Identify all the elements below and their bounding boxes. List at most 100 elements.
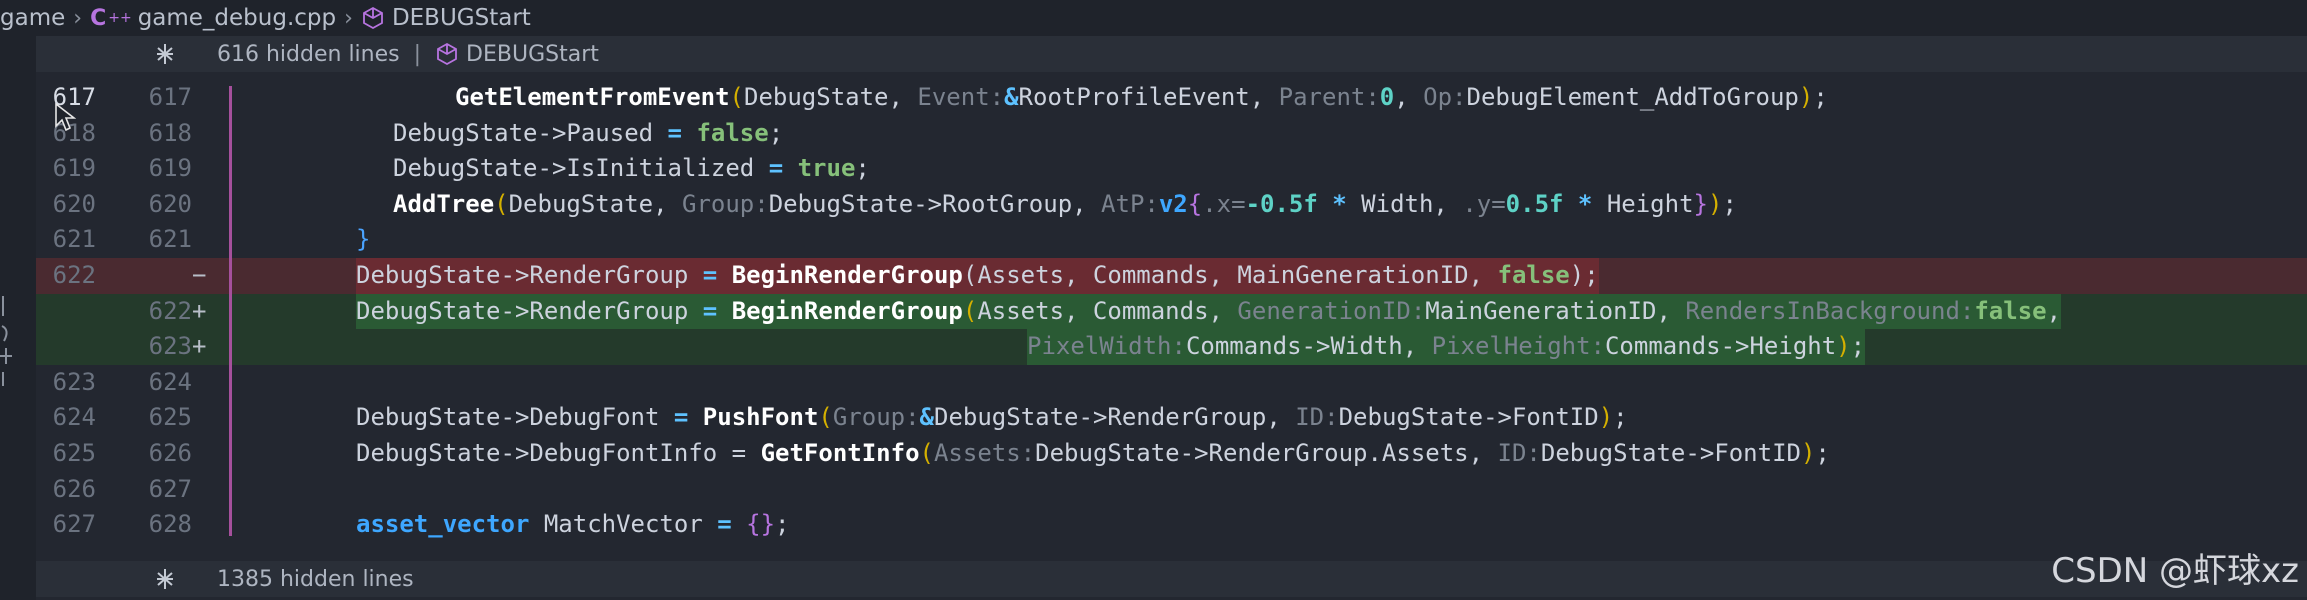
code-token: BeginRenderGroup	[731, 296, 963, 325]
code-token: DebugState->FontID	[1540, 439, 1801, 467]
cpp-file-icon: C	[90, 5, 107, 31]
old-line-number: 621	[52, 225, 96, 254]
code-token: false	[1974, 296, 2047, 325]
new-line-number: 626	[148, 439, 192, 467]
code-token: (	[729, 83, 744, 111]
code-line[interactable]: 618 618 DebugState->Paused = false;	[36, 116, 2307, 152]
code-token: =	[717, 510, 732, 539]
fold-hidden-lines-bottom[interactable]: 1385 hidden lines	[36, 561, 2307, 597]
code-token: Height	[1592, 189, 1694, 218]
code-token: RendersInBackground:	[1685, 296, 1975, 325]
code-token: ;	[768, 118, 784, 147]
code-text: DebugState->RenderGroup = BeginRenderGro…	[356, 293, 2062, 330]
code-token: &	[1004, 83, 1019, 111]
code-text: GetElementFromEvent(DebugState, Event:&R…	[455, 80, 1828, 116]
code-text: AddTree(DebugState, Group:DebugState->Ro…	[393, 187, 1737, 223]
code-token: ID:	[1295, 403, 1339, 432]
code-token: 0	[1379, 83, 1395, 111]
code-token: ;	[1813, 83, 1828, 111]
code-line[interactable]: 620 620 AddTree(DebugState, Group:DebugSta…	[36, 187, 2307, 223]
new-line-number: 625	[148, 403, 192, 432]
old-line-number: 622	[52, 261, 96, 289]
code-token: =	[702, 261, 718, 289]
code-line[interactable]: 622 + DebugState->RenderGroup = BeginRende…	[36, 293, 2307, 330]
code-token: ;	[1815, 439, 1830, 467]
code-token: {	[1187, 189, 1203, 218]
code-token: Commands->Width,	[1185, 332, 1432, 361]
code-token: DebugState->FontID	[1338, 403, 1599, 432]
new-line-number: 623	[148, 332, 192, 361]
fold-hidden-lines-top[interactable]: 616 hidden lines | DEBUGStart	[36, 36, 2307, 72]
old-line-number: 624	[52, 403, 96, 432]
code-token: .x=	[1202, 189, 1246, 218]
code-token: ;	[1850, 332, 1866, 361]
cube-icon	[437, 42, 457, 66]
code-token: (	[818, 403, 833, 432]
code-token: DebugState->RenderGroup	[356, 296, 703, 325]
code-token: PushFont	[702, 403, 819, 432]
unfold-icon[interactable]	[147, 42, 183, 66]
code-text: DebugState->Paused = false;	[393, 116, 783, 152]
code-token: DebugState->RenderGroup,	[934, 403, 1296, 432]
breadcrumb-item-symbol[interactable]: DEBUGStart	[361, 5, 531, 31]
new-line-number: 617	[148, 83, 192, 111]
scope-guide-line	[229, 86, 232, 536]
old-line-number: 623	[52, 367, 96, 396]
code-token: AtP:	[1101, 189, 1159, 218]
unfold-icon[interactable]	[147, 567, 183, 591]
code-token: GetElementFromEvent	[455, 83, 730, 111]
code-line[interactable]: 617 617 GetElementFromEvent(DebugState, Ev…	[36, 80, 2307, 116]
code-token: *	[1577, 189, 1593, 218]
code-line[interactable]: 621 621}	[36, 222, 2307, 258]
code-token: Assets, Commands,	[977, 296, 1238, 325]
code-token: );	[1569, 261, 1599, 289]
code-token: ;	[1613, 403, 1628, 432]
old-line-number: 625	[52, 439, 96, 467]
code-token: Op:	[1423, 83, 1467, 111]
code-token: Assets:	[933, 439, 1036, 467]
gutter-markers	[0, 296, 12, 386]
code-line[interactable]: 625 626 DebugState->DebugFontInfo = GetFon…	[36, 436, 2307, 472]
new-line-number: 627	[148, 474, 192, 503]
code-token: =	[768, 154, 784, 183]
added-marker: +	[192, 332, 207, 361]
code-token: =	[702, 296, 718, 325]
code-line[interactable]: 623 + PixelWidth:Commands->Width, PixelHei…	[36, 329, 2307, 365]
code-token: .y=	[1462, 189, 1506, 218]
code-token: *	[1332, 189, 1347, 218]
code-line[interactable]: 623 624	[36, 365, 2307, 401]
code-line[interactable]: 627 628 asset_vector MatchVector = {};	[36, 507, 2307, 543]
code-line[interactable]: 622 − DebugState->RenderGroup = BeginRende…	[36, 258, 2307, 294]
code-token: &	[919, 403, 934, 432]
code-token: Group:	[682, 189, 769, 218]
activity-gutter	[0, 36, 36, 600]
code-token: ,	[1394, 83, 1424, 111]
code-line[interactable]: 624 625 DebugState->DebugFont = PushFont(G…	[36, 400, 2307, 436]
code-token: DebugState,	[744, 83, 918, 111]
code-line[interactable]: 619 619 DebugState->IsInitialized = true;	[36, 151, 2307, 187]
code-token: v2	[1158, 189, 1188, 218]
code-token: false	[696, 118, 769, 147]
code-token: (Assets, Commands, MainGenerationID,	[962, 261, 1498, 289]
code-token: (	[494, 189, 509, 218]
code-text: PixelWidth:Commands->Width, PixelHeight:…	[1027, 329, 1866, 365]
code-text: DebugState->DebugFontInfo = GetFontInfo(…	[356, 436, 1830, 472]
code-token: true	[797, 154, 856, 183]
code-line[interactable]: 626 627	[36, 472, 2307, 508]
breadcrumb-item-game[interactable]: game	[0, 5, 65, 31]
code-token: DebugState,	[508, 189, 682, 218]
removed-marker: −	[192, 261, 207, 289]
watermark: CSDN @虾球xz	[2051, 551, 2299, 591]
code-token: DebugState->DebugFont	[356, 403, 674, 432]
code-token: DebugState->IsInitialized	[393, 154, 769, 183]
code-token: )	[1836, 332, 1851, 361]
old-line-number: 619	[52, 154, 96, 183]
diff-editor[interactable]: 616 hidden lines | DEBUGStart 617 617 GetE…	[36, 36, 2307, 600]
breadcrumb-item-file[interactable]: C ++ game_debug.cpp	[90, 5, 336, 31]
code-token: Commands->Height	[1604, 332, 1837, 361]
new-line-number: 618	[148, 118, 192, 147]
code-token: )	[1707, 189, 1723, 218]
